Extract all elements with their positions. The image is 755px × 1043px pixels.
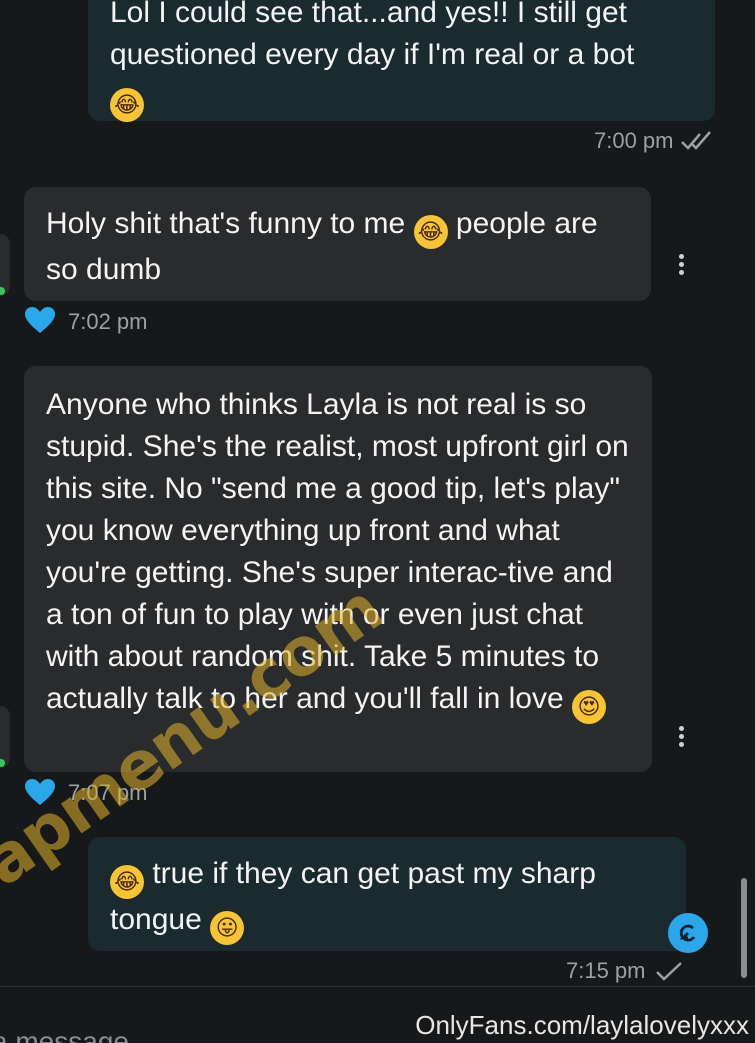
message-time: 7:15 pm xyxy=(566,958,646,983)
laughing-emoji-icon: 😂 xyxy=(110,88,144,122)
chat-screen: Lol I could see that...and yes!! I still… xyxy=(0,0,755,1043)
laughing-emoji-icon: 😂 xyxy=(110,865,144,899)
message-input[interactable]: a message xyxy=(0,1026,129,1043)
check-icon xyxy=(656,962,682,981)
heart-icon[interactable] xyxy=(24,306,56,334)
scroll-down-icon xyxy=(679,924,696,942)
heart-eyes-emoji-icon: 😍 xyxy=(572,690,607,724)
message-text: Lol I could see that...and yes!! I still… xyxy=(110,0,635,71)
double-check-icon xyxy=(681,131,711,150)
message-text: Holy shit that's funny to me xyxy=(46,207,414,240)
incoming-message[interactable]: Anyone who thinks Layla is not real is s… xyxy=(24,366,652,772)
incoming-message[interactable]: Holy shit that's funny to me 😂 people ar… xyxy=(24,187,651,301)
scroll-down-button[interactable] xyxy=(668,913,708,953)
message-time: 7:02 pm xyxy=(68,309,148,334)
message-time: 7:00 pm xyxy=(594,128,674,153)
outgoing-message[interactable]: Lol I could see that...and yes!! I still… xyxy=(88,0,715,122)
laughing-emoji-icon: 😂 xyxy=(413,215,448,249)
outgoing-message[interactable]: 😂 true if they can get past my sharp ton… xyxy=(88,837,686,951)
scrollbar[interactable] xyxy=(741,878,747,978)
message-text: true if they can get past my sharp tongu… xyxy=(110,857,596,936)
tongue-emoji-icon: 😛 xyxy=(210,911,245,945)
more-options-icon[interactable] xyxy=(675,252,687,282)
credit-text: OnlyFans.com/laylalovelyxxx xyxy=(415,1010,749,1040)
more-options-icon[interactable] xyxy=(675,724,687,754)
